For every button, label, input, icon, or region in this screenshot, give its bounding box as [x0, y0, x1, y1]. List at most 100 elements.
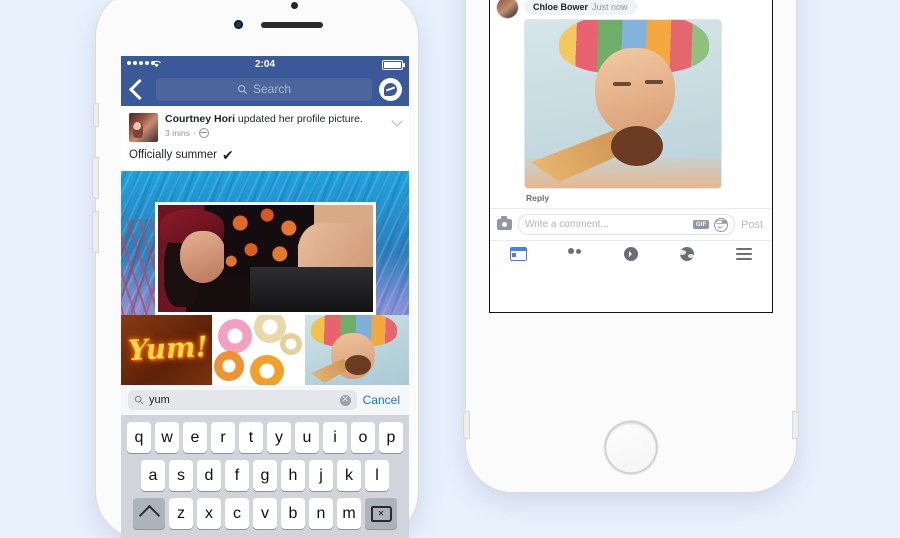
search-bar-row: yum ✕ Cancel: [121, 385, 409, 416]
keyboard-row-3: z x c v b n m ✕: [123, 498, 407, 529]
comment-placeholder: Write a comment...: [525, 219, 609, 230]
battery-icon: [382, 60, 405, 70]
key-x[interactable]: x: [197, 498, 221, 529]
comment-input[interactable]: Write a comment... GIF: [518, 214, 735, 235]
post-author-name[interactable]: Courtney Hori: [165, 113, 235, 125]
post-button[interactable]: Post: [741, 219, 765, 231]
post-subline: 3 mins ·: [165, 128, 386, 139]
key-g[interactable]: g: [253, 460, 277, 491]
front-camera: [234, 20, 243, 29]
key-a[interactable]: a: [141, 460, 165, 491]
keyboard-row-1: qwertyuiop: [123, 422, 407, 453]
facebook-top-nav: Search: [121, 72, 409, 106]
key-l[interactable]: l: [365, 460, 389, 491]
thumb-ice-cream: [345, 355, 371, 375]
thumbnail-child-ice-cream[interactable]: [305, 315, 409, 385]
tab-menu[interactable]: [716, 248, 772, 260]
wifi-icon: [152, 60, 161, 68]
delete-key[interactable]: ✕: [365, 498, 397, 529]
shift-key[interactable]: [133, 498, 165, 529]
clear-icon[interactable]: ✕: [339, 394, 351, 406]
photo-face: [180, 231, 226, 283]
key-s[interactable]: s: [169, 460, 193, 491]
comment-bubble: Chloe Bower Just now: [524, 0, 637, 15]
shift-icon: [138, 504, 160, 527]
avatar[interactable]: [129, 113, 158, 142]
key-w[interactable]: w: [155, 422, 179, 453]
checkmark-emoji: ✔: [221, 147, 234, 163]
avatar[interactable]: [497, 0, 518, 18]
tab-watch[interactable]: [603, 247, 659, 261]
key-m[interactable]: m: [337, 498, 361, 529]
featured-photo[interactable]: [155, 202, 376, 315]
search-input[interactable]: Search: [156, 77, 372, 101]
key-r[interactable]: r: [211, 422, 235, 453]
left-phone-screen: 2:04 Search Courtney Hori updated her pr…: [121, 56, 409, 538]
cancel-button[interactable]: Cancel: [363, 393, 402, 407]
right-phone-side-button-right: [793, 412, 798, 438]
key-k[interactable]: k: [337, 460, 361, 491]
right-phone-device: Courtney Hori Like Comment Share 👍 😮: [464, 0, 798, 492]
screenshot-stage: 2:04 Search Courtney Hori updated her pr…: [0, 0, 900, 538]
friends-icon: [566, 248, 584, 260]
gif-icon[interactable]: GIF: [693, 220, 709, 229]
key-d[interactable]: d: [197, 460, 221, 491]
comment-composer: Write a comment... GIF Post: [490, 208, 772, 240]
right-phone-side-button-left: [464, 412, 469, 438]
left-phone-volume-up[interactable]: [93, 158, 98, 198]
key-i[interactable]: i: [323, 422, 347, 453]
tab-news-feed[interactable]: [490, 247, 546, 261]
globe-icon: [680, 247, 695, 261]
key-v[interactable]: v: [253, 498, 277, 529]
messenger-icon[interactable]: [379, 77, 402, 101]
post-header: Courtney Hori updated her profile pictur…: [121, 106, 409, 148]
key-h[interactable]: h: [281, 460, 305, 491]
play-circle-icon: [624, 247, 639, 261]
key-e[interactable]: e: [183, 422, 207, 453]
photo-face: [595, 48, 675, 136]
left-phone-mute-switch[interactable]: [94, 104, 98, 126]
key-o[interactable]: o: [351, 422, 375, 453]
key-y[interactable]: y: [267, 422, 291, 453]
photo-car-interior: [250, 267, 373, 312]
comment-photo-image: [525, 20, 721, 188]
post-timestamp: 3 mins: [165, 128, 191, 139]
thumbnail-donuts[interactable]: [212, 315, 305, 385]
tab-friend-requests[interactable]: [546, 248, 602, 260]
tab-notifications[interactable]: [659, 247, 715, 261]
smiley-icon[interactable]: [713, 217, 728, 232]
key-u[interactable]: u: [295, 422, 319, 453]
comment-photo[interactable]: [524, 19, 722, 189]
globe-icon: [198, 128, 209, 139]
key-q[interactable]: q: [127, 422, 151, 453]
key-c[interactable]: c: [225, 498, 249, 529]
home-button[interactable]: [604, 421, 658, 474]
key-t[interactable]: t: [239, 422, 263, 453]
left-phone-volume-down[interactable]: [93, 212, 98, 252]
ios-status-bar: 2:04: [121, 56, 409, 72]
key-p[interactable]: p: [379, 422, 403, 453]
post-author-line: Courtney Hori updated her profile pictur…: [165, 113, 386, 126]
key-b[interactable]: b: [281, 498, 305, 529]
photo-eye-left: [613, 82, 631, 86]
photo-eye-right: [645, 80, 663, 84]
search-icon: [134, 395, 144, 405]
back-chevron-icon[interactable]: [128, 78, 151, 100]
thumbnail-yum-text[interactable]: [121, 315, 212, 385]
featured-photo-inner: [158, 205, 373, 312]
status-time: 2:04: [254, 58, 275, 70]
search-query-input[interactable]: yum ✕: [128, 390, 357, 410]
post-action-text: updated her profile picture.: [235, 113, 363, 125]
key-f[interactable]: f: [225, 460, 249, 491]
reply-button[interactable]: Reply: [524, 189, 765, 208]
comment-body: Chloe Bower Just now Reply: [524, 0, 765, 208]
chevron-down-icon[interactable]: [391, 115, 403, 127]
key-z[interactable]: z: [169, 498, 193, 529]
key-n[interactable]: n: [309, 498, 333, 529]
key-j[interactable]: j: [309, 460, 333, 491]
camera-icon[interactable]: [497, 216, 512, 230]
comment-author[interactable]: Chloe Bower: [533, 2, 588, 12]
comment-item: Chloe Bower Just now Reply: [490, 0, 772, 208]
keyboard-row-2: asdfghjkl: [123, 460, 407, 491]
photo-collage: [121, 171, 409, 385]
